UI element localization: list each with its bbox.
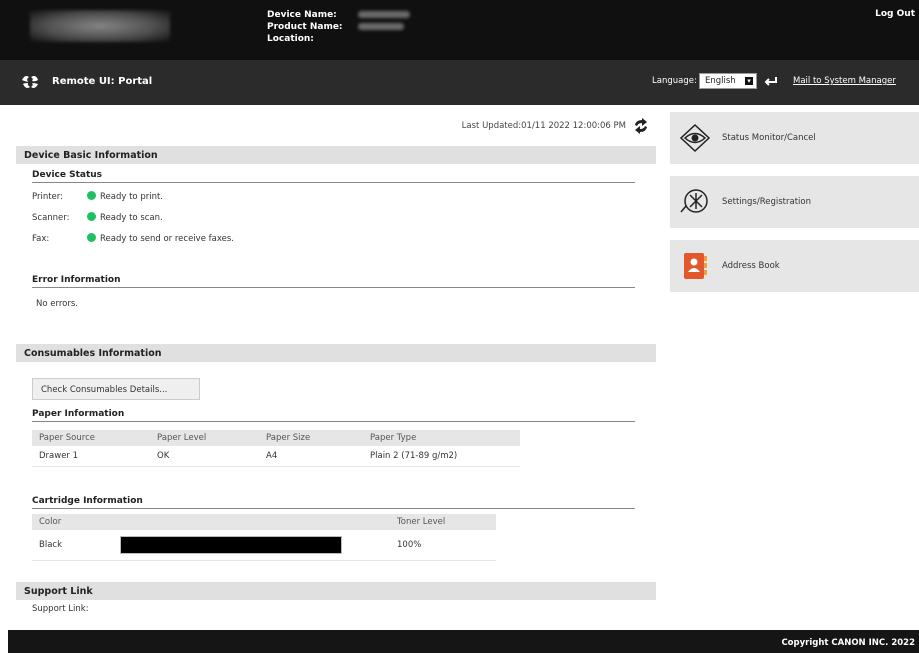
brand-logo — [30, 10, 170, 42]
table-row: Black 100% — [32, 530, 496, 561]
toner-bar-cell — [113, 530, 390, 561]
portal-bar: Remote UI: Portal Language: English ▾ Ma… — [0, 60, 919, 105]
table-cell: 100% — [390, 530, 496, 561]
page-title: Remote UI: Portal — [52, 76, 153, 87]
chevron-down-icon: ▾ — [745, 77, 753, 85]
status-ok-icon — [87, 233, 96, 242]
language-value: English — [705, 76, 736, 86]
status-value: Ready to scan. — [100, 213, 163, 223]
location-label: Location: — [267, 34, 314, 44]
status-monitor-cancel-button[interactable]: Status Monitor/Cancel — [670, 112, 919, 164]
cartridge-information-heading: Cartridge Information — [32, 496, 635, 509]
table-header-row: Color Toner Level — [32, 514, 496, 530]
status-value: Ready to send or receive faxes. — [100, 234, 234, 244]
menu-label: Settings/Registration — [722, 197, 811, 207]
address-book-button[interactable]: Address Book — [670, 240, 919, 292]
settings-icon — [680, 189, 708, 213]
menu-label: Status Monitor/Cancel — [722, 133, 816, 143]
apply-return-icon[interactable] — [764, 74, 778, 88]
check-consumables-details-button[interactable]: Check Consumables Details... — [32, 378, 200, 400]
status-value: Ready to print. — [100, 192, 163, 202]
status-label: Printer: — [32, 192, 63, 202]
column-header: Paper Level — [150, 430, 259, 446]
device-name-redacted — [358, 11, 410, 18]
status-label: Scanner: — [32, 213, 70, 223]
language-select[interactable]: English ▾ — [699, 73, 757, 89]
main-panel: Last Updated:01/11 2022 12:00:06 PM Devi… — [8, 108, 658, 628]
column-header — [113, 514, 390, 530]
consumables-information-header: Consumables Information — [16, 344, 656, 362]
logout-link[interactable]: Log Out — [875, 9, 915, 19]
column-header: Color — [32, 514, 113, 530]
support-link-label: Support Link: — [32, 604, 89, 614]
table-cell: Black — [32, 530, 113, 561]
top-header: Device Name: Product Name: Location: Log… — [0, 0, 919, 60]
column-header: Paper Source — [32, 430, 150, 446]
menu-label: Address Book — [722, 261, 780, 271]
status-row-printer: Printer: Ready to print. — [32, 191, 163, 202]
column-header: Toner Level — [390, 514, 496, 530]
error-text: No errors. — [36, 299, 78, 309]
error-information-heading: Error Information — [32, 275, 635, 288]
portal-icon — [22, 76, 38, 88]
mail-to-system-manager-link[interactable]: Mail to System Manager — [793, 76, 896, 86]
address-book-icon — [684, 253, 707, 279]
column-header: Paper Size — [259, 430, 363, 446]
table-cell: Drawer 1 — [32, 446, 150, 467]
cartridge-table: Color Toner Level Black 100% — [32, 514, 496, 561]
column-header: Paper Type — [363, 430, 520, 446]
support-link-header: Support Link — [16, 582, 656, 600]
status-row-fax: Fax: Ready to send or receive faxes. — [32, 233, 234, 244]
toner-level-bar — [120, 535, 342, 554]
device-name-label: Device Name: — [267, 10, 337, 20]
status-ok-icon — [87, 191, 96, 200]
table-cell: A4 — [259, 446, 363, 467]
language-label: Language: — [652, 76, 697, 86]
paper-table: Paper Source Paper Level Paper Size Pape… — [32, 430, 520, 467]
status-ok-icon — [87, 212, 96, 221]
eye-icon — [679, 123, 711, 153]
table-cell: Plain 2 (71-89 g/m2) — [363, 446, 520, 467]
device-basic-information-header: Device Basic Information — [16, 146, 656, 164]
paper-information-heading: Paper Information — [32, 409, 635, 422]
device-status-heading: Device Status — [32, 170, 635, 183]
device-info: Device Name: Product Name: Location: — [267, 9, 343, 45]
settings-registration-button[interactable]: Settings/Registration — [670, 176, 919, 228]
copyright-text: Copyright CANON INC. 2022 — [781, 638, 915, 648]
product-name-redacted — [358, 23, 404, 30]
table-row: Drawer 1 OK A4 Plain 2 (71-89 g/m2) — [32, 446, 520, 467]
refresh-icon[interactable] — [632, 118, 650, 134]
status-label: Fax: — [32, 234, 50, 244]
last-updated-text: Last Updated:01/11 2022 12:00:06 PM — [461, 121, 626, 131]
product-name-label: Product Name: — [267, 22, 343, 32]
table-header-row: Paper Source Paper Level Paper Size Pape… — [32, 430, 520, 446]
footer: Copyright CANON INC. 2022 — [8, 630, 919, 653]
status-row-scanner: Scanner: Ready to scan. — [32, 212, 163, 223]
table-cell: OK — [150, 446, 259, 467]
